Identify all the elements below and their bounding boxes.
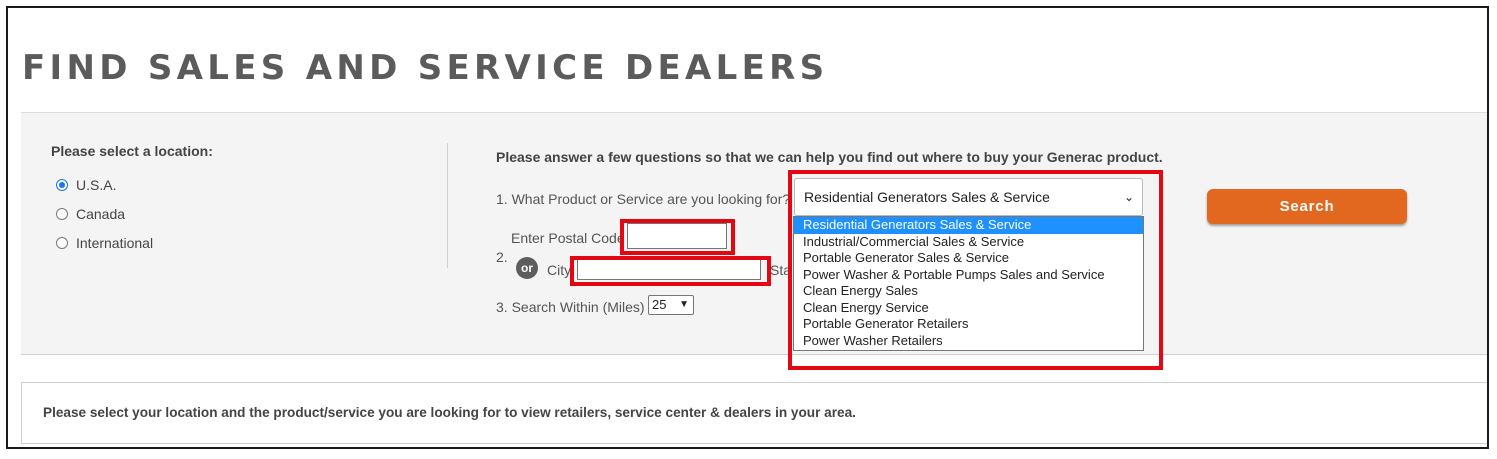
or-badge: or	[516, 257, 538, 279]
column-divider	[447, 143, 448, 268]
location-option-usa[interactable]: U.S.A.	[56, 177, 116, 193]
postal-label: Enter Postal Code	[511, 230, 625, 246]
highlight-box-postal	[620, 219, 735, 255]
page-title: FIND SALES AND SERVICE DEALERS	[22, 48, 829, 88]
q2-number: 2.	[496, 249, 508, 265]
location-option-canada[interactable]: Canada	[56, 206, 125, 222]
footer-message: Please select your location and the prod…	[43, 405, 856, 420]
search-panel: Please select a location: U.S.A. Canada …	[21, 112, 1487, 355]
location-option-label: Canada	[76, 206, 126, 222]
radio-canada[interactable]	[56, 208, 68, 220]
chevron-down-icon: ▼	[679, 299, 689, 310]
highlight-box-city	[570, 256, 771, 286]
results-message-box: Please select your location and the prod…	[21, 382, 1487, 444]
q3-label: 3. Search Within (Miles)	[496, 299, 645, 315]
miles-select-value: 25	[652, 297, 667, 312]
radio-usa[interactable]	[56, 179, 68, 191]
search-button[interactable]: Search	[1207, 189, 1407, 224]
page-frame: FIND SALES AND SERVICE DEALERS Please se…	[6, 6, 1489, 449]
location-label: Please select a location:	[51, 143, 213, 159]
city-label: City	[547, 262, 572, 278]
location-option-label: U.S.A.	[76, 177, 117, 193]
radio-international[interactable]	[56, 237, 68, 249]
form-intro: Please answer a few questions so that we…	[496, 149, 1163, 165]
miles-select[interactable]: 25 ▼	[648, 295, 694, 315]
highlight-box-product	[788, 170, 1163, 370]
q1-label: 1. What Product or Service are you looki…	[496, 191, 791, 207]
location-option-label: International	[76, 235, 154, 251]
location-option-international[interactable]: International	[56, 235, 153, 251]
